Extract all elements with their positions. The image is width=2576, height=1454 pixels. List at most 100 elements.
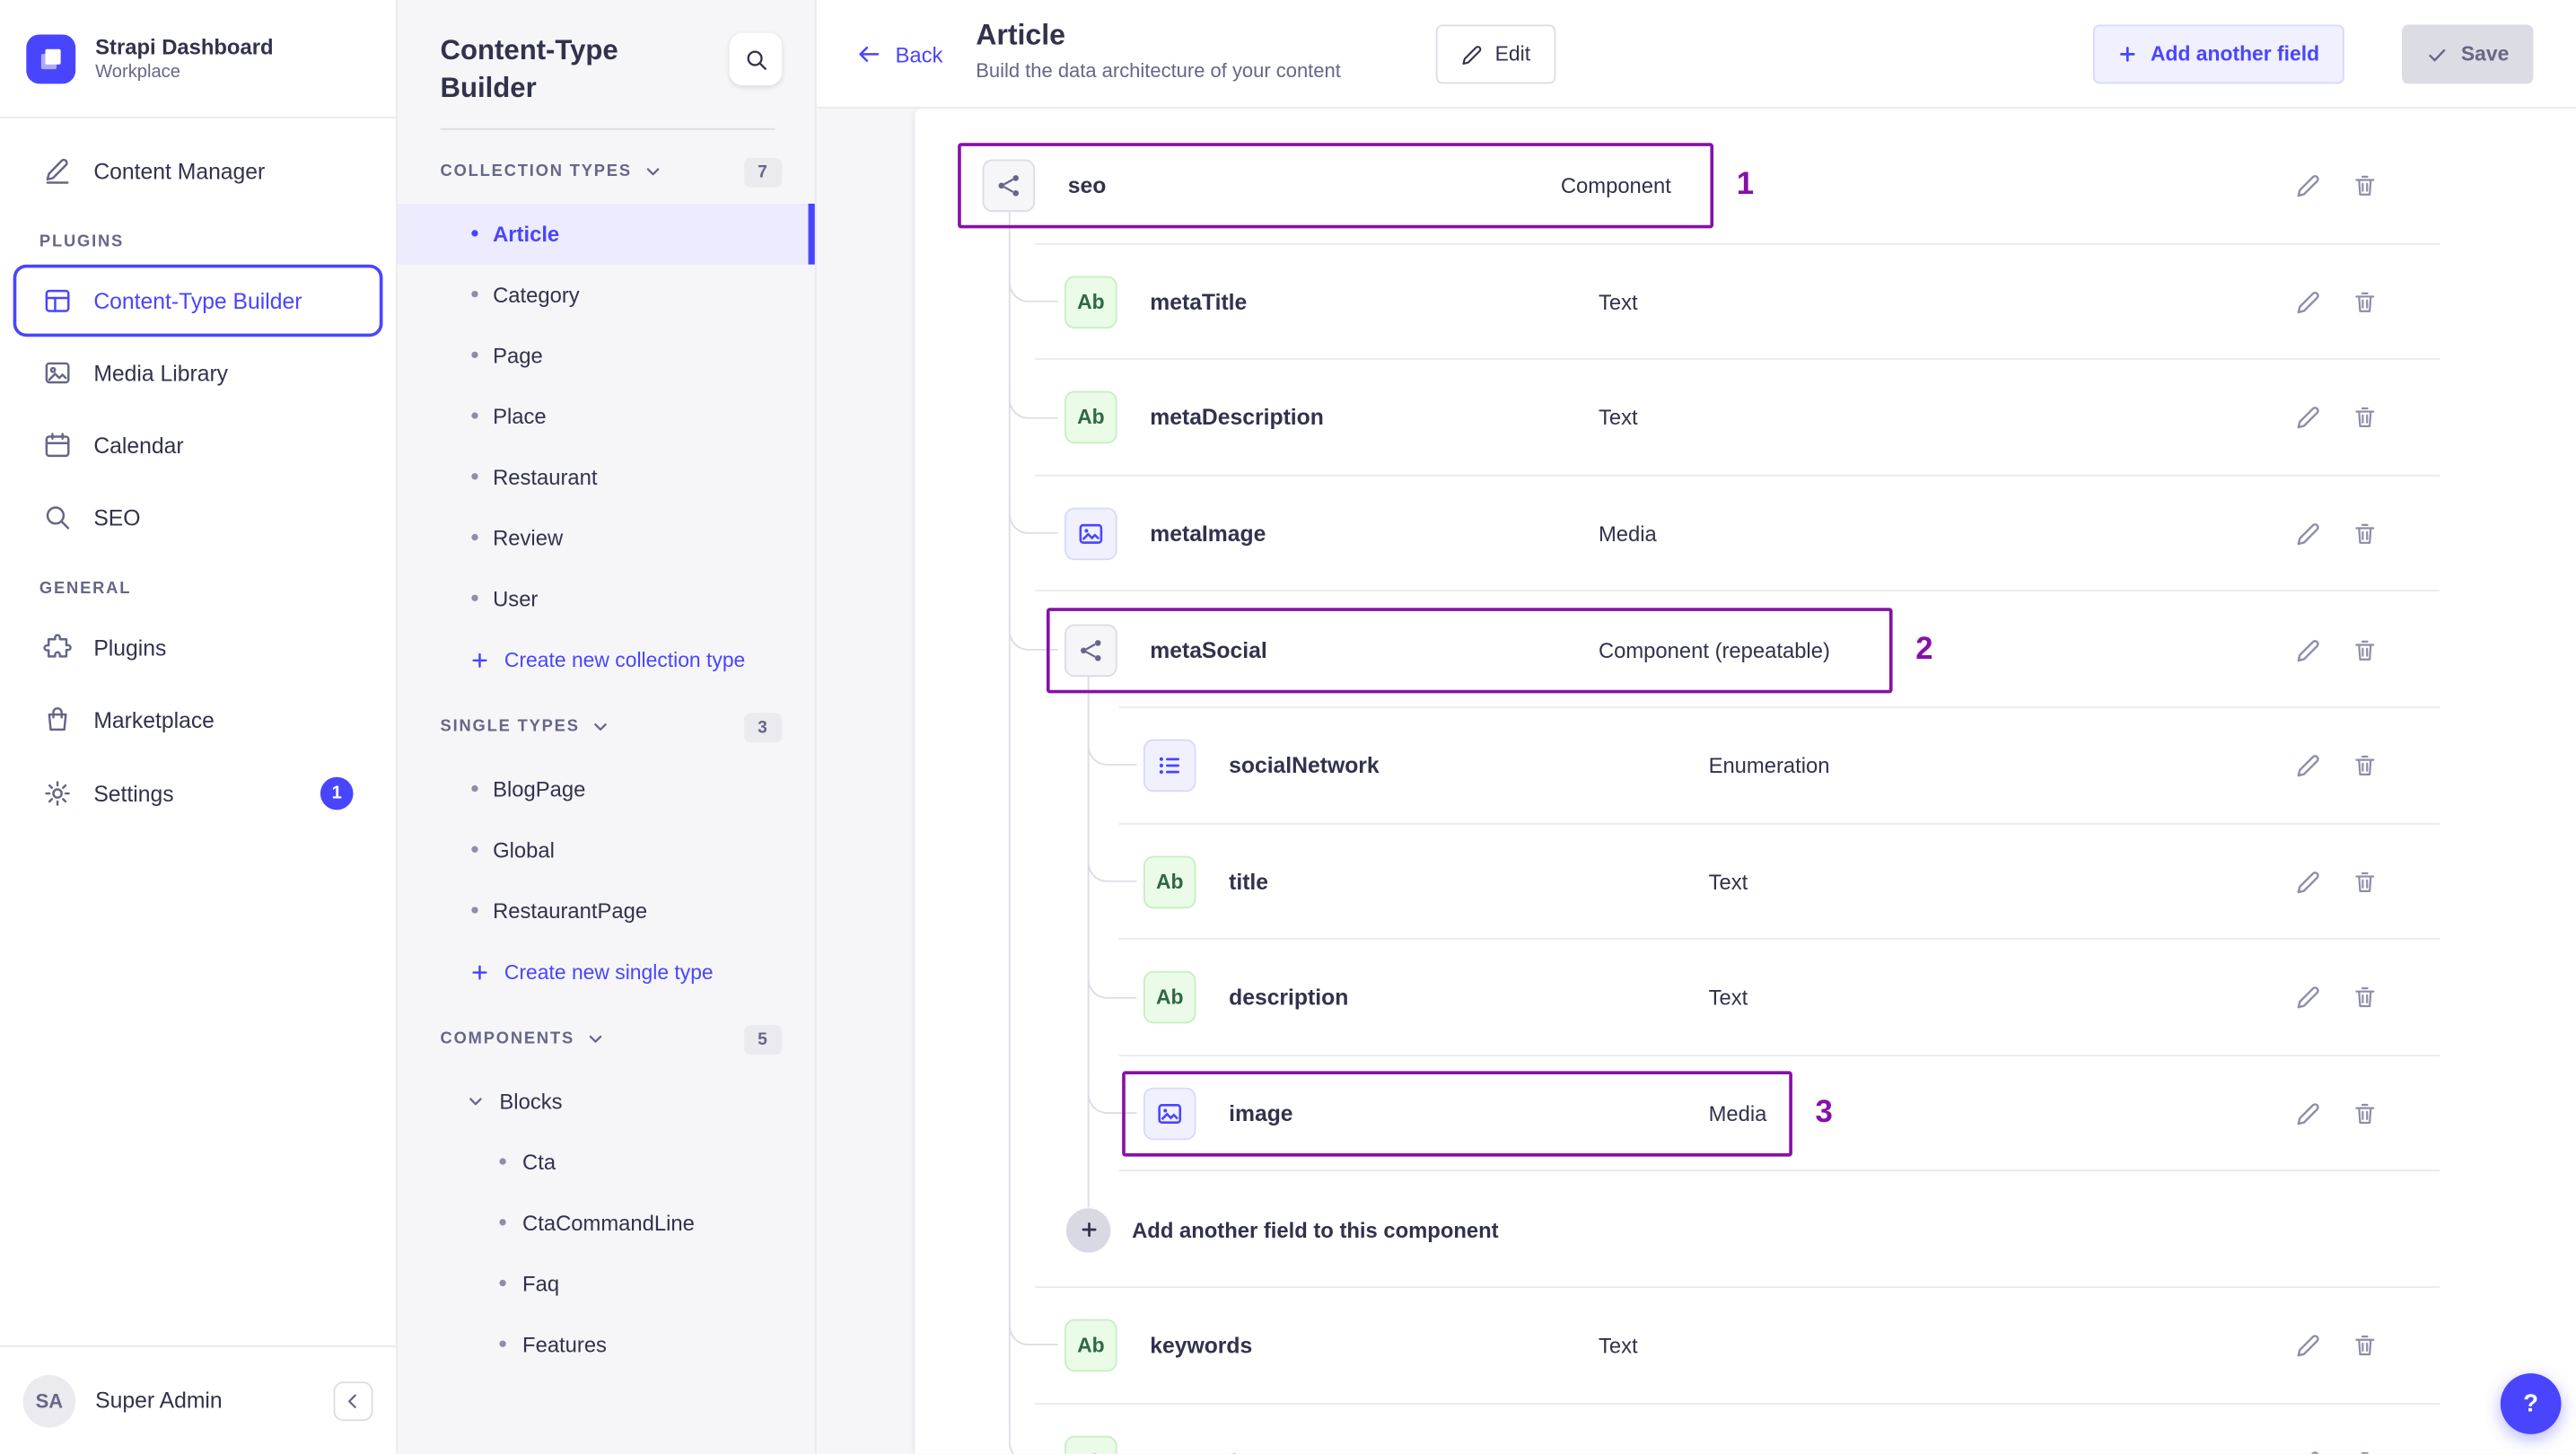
edit-field-button[interactable] xyxy=(2295,754,2319,778)
add-field-to-component-button[interactable] xyxy=(1065,1207,1111,1252)
nav-item-calendar[interactable]: Calendar xyxy=(13,409,383,482)
field-type: Text xyxy=(1708,869,1748,895)
add-another-field-button[interactable]: Add another field xyxy=(2092,24,2344,84)
edit-field-button[interactable] xyxy=(2295,1334,2319,1358)
field-name: title xyxy=(1229,869,1269,895)
panel-item-place[interactable]: Place xyxy=(398,386,815,447)
delete-field-button[interactable] xyxy=(2353,985,2377,1010)
create-new-collection-type-link[interactable]: Create new collection type xyxy=(398,629,815,692)
panel-item-ctacommandline[interactable]: CtaCommandLine xyxy=(398,1193,815,1254)
field-row-metaimage: metaImage Media xyxy=(916,476,2576,592)
nav-item-media-library[interactable]: Media Library xyxy=(13,337,383,409)
delete-field-button[interactable] xyxy=(2353,1334,2377,1358)
brand-subtitle: Workplace xyxy=(95,62,180,83)
panel-item-category[interactable]: Category xyxy=(398,264,815,325)
row-actions xyxy=(2295,637,2378,661)
section-label: SINGLE TYPES xyxy=(440,718,580,737)
edit-field-button[interactable] xyxy=(2295,1101,2319,1126)
edit-field-button[interactable] xyxy=(2295,1450,2319,1454)
brand-text: Strapi Dashboard Workplace xyxy=(95,34,273,82)
collapse-sidebar-button[interactable] xyxy=(333,1380,373,1421)
panel-item-features[interactable]: Features xyxy=(398,1314,815,1375)
component-field-icon xyxy=(1065,623,1117,677)
main-sidebar: Strapi Dashboard Workplace Content Manag… xyxy=(0,0,398,1454)
edit-field-button[interactable] xyxy=(2295,290,2319,314)
strapi-app: Strapi Dashboard Workplace Content Manag… xyxy=(0,0,2576,1454)
edit-field-button[interactable] xyxy=(2295,406,2319,430)
section-count-badge: 7 xyxy=(744,157,783,188)
help-button[interactable]: ? xyxy=(2500,1373,2562,1434)
panel-item-article[interactable]: Article xyxy=(397,203,815,265)
component-group-blocks[interactable]: Blocks xyxy=(398,1071,815,1132)
edit-field-button[interactable] xyxy=(2295,870,2319,894)
field-type: Text xyxy=(1598,289,1638,315)
pencil-icon xyxy=(1462,45,1482,65)
nav-item-label: Marketplace xyxy=(93,706,215,732)
panel-item-review[interactable]: Review xyxy=(398,507,815,568)
panel-item-user[interactable]: User xyxy=(398,568,815,629)
panel-item-cta[interactable]: Cta xyxy=(398,1132,815,1193)
delete-field-button[interactable] xyxy=(2353,754,2377,778)
field-type: Media xyxy=(1708,1101,1767,1126)
annotation-number: 3 xyxy=(1815,1095,1833,1131)
field-row-title: Ab title Text xyxy=(916,824,2576,941)
delete-field-button[interactable] xyxy=(2353,521,2377,546)
plus-icon xyxy=(472,653,487,668)
delete-field-button[interactable] xyxy=(2353,290,2377,314)
annotation-number: 1 xyxy=(1736,168,1755,203)
main-content: Back Article Build the data architecture… xyxy=(816,0,2576,1454)
edit-button[interactable]: Edit xyxy=(1435,24,1555,84)
annotation-number: 2 xyxy=(1915,632,1933,667)
edit-field-button[interactable] xyxy=(2295,521,2319,546)
search-icon xyxy=(746,49,767,69)
panel-item-restaurantpage[interactable]: RestaurantPage xyxy=(398,880,815,942)
notification-badge: 1 xyxy=(320,776,354,810)
delete-field-button[interactable] xyxy=(2353,406,2377,430)
section-header-collection-types[interactable]: COLLECTION TYPES 7 xyxy=(398,136,815,204)
field-type: Component xyxy=(1560,173,1671,199)
text-field-icon: Ab xyxy=(1143,971,1196,1025)
nav-item-plugins[interactable]: Plugins xyxy=(13,611,383,684)
panel-item-page[interactable]: Page xyxy=(398,325,815,386)
group-label: Blocks xyxy=(499,1089,563,1114)
nav-item-label: Calendar xyxy=(93,433,184,458)
edit-field-button[interactable] xyxy=(2295,174,2319,198)
section-header-components[interactable]: COMPONENTS 5 xyxy=(398,1003,815,1071)
panel-item-restaurant[interactable]: Restaurant xyxy=(398,447,815,508)
save-button[interactable]: Save xyxy=(2401,24,2534,84)
puzzle-icon xyxy=(43,633,73,662)
nav-item-seo[interactable]: SEO xyxy=(13,481,383,554)
nav-item-content-type-builder[interactable]: Content-Type Builder xyxy=(13,264,383,337)
nav-item-marketplace[interactable]: Marketplace xyxy=(13,683,383,756)
fields-list: seo Component 1 Ab metaTitle Text Ab metaDescri… xyxy=(916,128,2576,1454)
panel-sections: COLLECTION TYPES 7 Article Category Page Plac… xyxy=(397,136,815,1375)
panel-item-global[interactable]: Global xyxy=(398,819,815,880)
create-new-single-type-link[interactable]: Create new single type xyxy=(398,942,815,1004)
section-count-badge: 3 xyxy=(744,713,783,743)
delete-field-button[interactable] xyxy=(2353,637,2377,661)
add-field-row: Add another field to this component xyxy=(916,1172,2576,1288)
search-button[interactable] xyxy=(729,32,783,86)
back-link[interactable]: Back xyxy=(856,0,942,109)
section-label: COLLECTION TYPES xyxy=(440,162,632,182)
delete-field-button[interactable] xyxy=(2353,1450,2377,1454)
nav-item-content-manager[interactable]: Content Manager xyxy=(13,135,383,207)
avatar: SA xyxy=(22,1374,76,1427)
back-arrow-icon xyxy=(859,46,880,62)
nav-item-label: SEO xyxy=(93,504,141,530)
edit-field-button[interactable] xyxy=(2295,637,2319,661)
nav-item-label: Content-Type Builder xyxy=(93,288,302,313)
panel-header: Content-Type Builder xyxy=(398,0,815,128)
create-label: Create new single type xyxy=(504,960,714,985)
panel-item-faq[interactable]: Faq xyxy=(398,1253,815,1314)
nav-item-settings[interactable]: Settings 1 xyxy=(13,756,383,831)
delete-field-button[interactable] xyxy=(2353,870,2377,894)
panel-item-blogpage[interactable]: BlogPage xyxy=(398,758,815,819)
field-name: metaTitle xyxy=(1150,289,1248,315)
section-header-single-types[interactable]: SINGLE TYPES 3 xyxy=(398,691,815,758)
delete-field-button[interactable] xyxy=(2353,174,2377,198)
edit-field-button[interactable] xyxy=(2295,985,2319,1010)
delete-field-button[interactable] xyxy=(2353,1101,2377,1126)
edit-label: Edit xyxy=(1494,42,1531,66)
row-actions xyxy=(2295,1101,2378,1126)
